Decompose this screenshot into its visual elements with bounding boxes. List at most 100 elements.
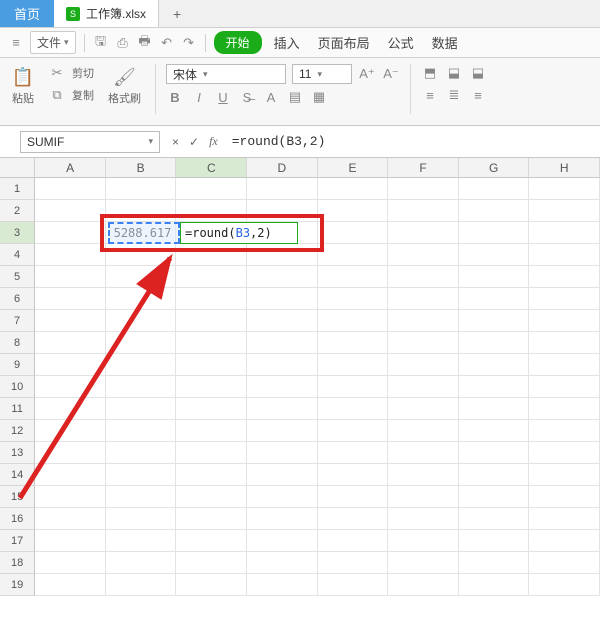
cell[interactable] bbox=[388, 354, 459, 376]
cell[interactable] bbox=[459, 464, 530, 486]
cell[interactable] bbox=[35, 398, 106, 420]
cell[interactable] bbox=[388, 332, 459, 354]
cell[interactable] bbox=[459, 530, 530, 552]
cell[interactable] bbox=[176, 442, 247, 464]
cell[interactable] bbox=[106, 508, 177, 530]
bold-icon[interactable]: B bbox=[166, 88, 184, 106]
cell[interactable] bbox=[529, 420, 600, 442]
cell[interactable] bbox=[388, 442, 459, 464]
cell[interactable] bbox=[247, 486, 318, 508]
tab-home[interactable]: 首页 bbox=[0, 0, 54, 27]
cell[interactable] bbox=[176, 266, 247, 288]
cell[interactable] bbox=[318, 266, 389, 288]
col-header[interactable]: F bbox=[388, 158, 459, 178]
cell[interactable] bbox=[318, 200, 389, 222]
cell[interactable] bbox=[247, 552, 318, 574]
row-header[interactable]: 3 bbox=[0, 222, 35, 244]
font-size-select[interactable]: 11 ▾ bbox=[292, 64, 352, 84]
align-right-icon[interactable]: ≡ bbox=[469, 86, 487, 104]
align-left-icon[interactable]: ≡ bbox=[421, 86, 439, 104]
cell[interactable] bbox=[247, 266, 318, 288]
row-header[interactable]: 6 bbox=[0, 288, 35, 310]
align-middle-icon[interactable]: ⬓ bbox=[445, 64, 463, 82]
row-header[interactable]: 9 bbox=[0, 354, 35, 376]
cell[interactable] bbox=[247, 574, 318, 596]
row-header[interactable]: 10 bbox=[0, 376, 35, 398]
cell[interactable] bbox=[388, 376, 459, 398]
ribbon-tab-page-layout[interactable]: 页面布局 bbox=[312, 33, 376, 52]
cell[interactable] bbox=[318, 420, 389, 442]
cell[interactable] bbox=[388, 508, 459, 530]
cell[interactable] bbox=[459, 376, 530, 398]
cell[interactable] bbox=[529, 310, 600, 332]
cell[interactable] bbox=[529, 200, 600, 222]
cell[interactable] bbox=[106, 574, 177, 596]
cell[interactable] bbox=[106, 376, 177, 398]
cell[interactable] bbox=[529, 266, 600, 288]
row-header[interactable]: 4 bbox=[0, 244, 35, 266]
cell[interactable] bbox=[529, 332, 600, 354]
cell[interactable] bbox=[247, 310, 318, 332]
cell[interactable] bbox=[35, 486, 106, 508]
cancel-formula-icon[interactable]: × bbox=[172, 135, 179, 149]
row-header[interactable]: 8 bbox=[0, 332, 35, 354]
col-header[interactable]: A bbox=[35, 158, 106, 178]
col-header[interactable]: G bbox=[459, 158, 530, 178]
cell[interactable] bbox=[247, 354, 318, 376]
cell[interactable] bbox=[247, 442, 318, 464]
name-box[interactable]: SUMIF ▾ bbox=[20, 131, 160, 153]
cell[interactable] bbox=[529, 530, 600, 552]
ribbon-tab-start[interactable]: 开始 bbox=[214, 31, 262, 54]
cell[interactable] bbox=[529, 508, 600, 530]
cell[interactable] bbox=[176, 310, 247, 332]
cell[interactable] bbox=[106, 530, 177, 552]
cell[interactable] bbox=[318, 244, 389, 266]
cell[interactable] bbox=[106, 310, 177, 332]
cell[interactable] bbox=[176, 178, 247, 200]
cell[interactable] bbox=[106, 288, 177, 310]
cell[interactable] bbox=[35, 310, 106, 332]
cell[interactable] bbox=[247, 508, 318, 530]
cell[interactable] bbox=[106, 464, 177, 486]
cell[interactable] bbox=[176, 508, 247, 530]
formula-input[interactable]: =round(B3,2) bbox=[226, 131, 600, 153]
ribbon-tab-data[interactable]: 数据 bbox=[426, 33, 464, 52]
cell[interactable] bbox=[318, 552, 389, 574]
cell[interactable] bbox=[35, 574, 106, 596]
row-header[interactable]: 12 bbox=[0, 420, 35, 442]
cell[interactable] bbox=[106, 354, 177, 376]
undo-icon[interactable]: ↶ bbox=[159, 35, 175, 51]
cell[interactable] bbox=[388, 420, 459, 442]
cell[interactable] bbox=[176, 464, 247, 486]
cell-editor[interactable]: =round(B3,2) bbox=[180, 222, 298, 244]
cell[interactable] bbox=[35, 244, 106, 266]
cell[interactable] bbox=[529, 486, 600, 508]
cell[interactable] bbox=[35, 508, 106, 530]
print-icon[interactable]: 🖶 bbox=[137, 35, 153, 51]
cell[interactable] bbox=[318, 332, 389, 354]
tab-workbook[interactable]: S 工作簿.xlsx bbox=[54, 0, 159, 27]
col-header[interactable]: H bbox=[529, 158, 600, 178]
cell[interactable] bbox=[106, 442, 177, 464]
cell[interactable] bbox=[35, 442, 106, 464]
cell[interactable] bbox=[176, 200, 247, 222]
cell[interactable] bbox=[35, 178, 106, 200]
cell[interactable] bbox=[176, 354, 247, 376]
cell[interactable] bbox=[176, 574, 247, 596]
cell[interactable] bbox=[35, 222, 106, 244]
align-bottom-icon[interactable]: ⬓ bbox=[469, 64, 487, 82]
row-header[interactable]: 13 bbox=[0, 442, 35, 464]
cell[interactable] bbox=[529, 222, 600, 244]
col-header[interactable]: B bbox=[106, 158, 177, 178]
cell[interactable] bbox=[529, 376, 600, 398]
row-header[interactable]: 14 bbox=[0, 464, 35, 486]
cell[interactable] bbox=[106, 266, 177, 288]
cell[interactable] bbox=[106, 552, 177, 574]
cell[interactable] bbox=[459, 420, 530, 442]
save-icon[interactable]: 🖫 bbox=[93, 35, 109, 51]
cell[interactable] bbox=[388, 486, 459, 508]
cell[interactable] bbox=[388, 398, 459, 420]
strikethrough-icon[interactable]: S̶ bbox=[238, 88, 256, 106]
cell[interactable] bbox=[459, 310, 530, 332]
cell[interactable] bbox=[106, 244, 177, 266]
